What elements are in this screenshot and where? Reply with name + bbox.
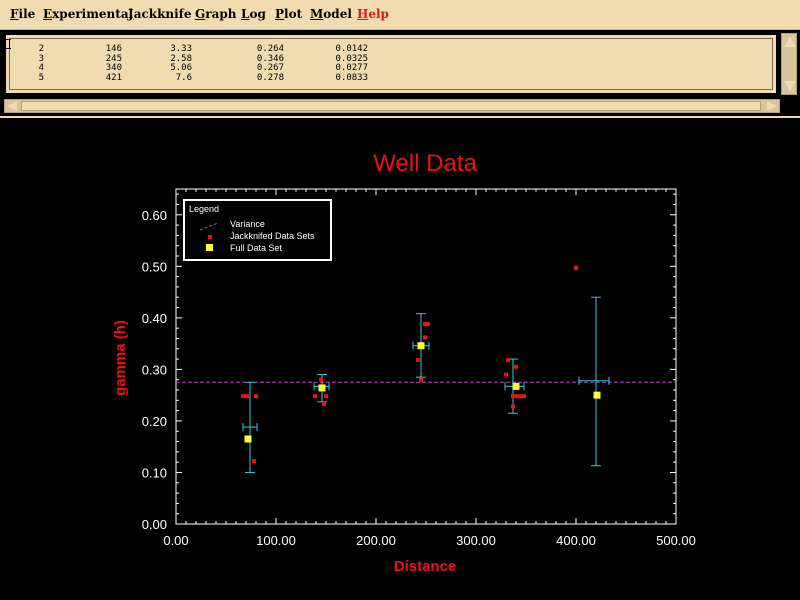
menu-bar: File Experimental Jackknife Graph Log Plot Mod…	[0, 0, 800, 30]
full-data-point	[593, 391, 601, 399]
jackknife-point	[511, 394, 515, 399]
menu-graph[interactable]: Graph	[195, 7, 236, 21]
menu-label: elp	[368, 7, 389, 21]
chart-title: Well Data	[373, 150, 477, 177]
output-cell: 5	[38, 72, 44, 83]
x-tick-label: 200.00	[356, 533, 396, 548]
scroll-right-arrow-icon[interactable]	[767, 101, 777, 111]
x-axis-label: Distance	[394, 558, 457, 575]
vertical-scrollbar[interactable]	[781, 33, 797, 95]
legend-jackknife-swatch	[208, 235, 212, 239]
jackknife-point	[514, 364, 518, 369]
menu-label: raph	[205, 7, 237, 21]
jackknife-point	[254, 394, 258, 399]
menu-mnemonic: E	[43, 7, 53, 21]
jackknife-point	[319, 377, 323, 382]
jackknife-point	[313, 394, 317, 399]
jackknife-point	[423, 335, 427, 340]
y-tick-label: 0.20	[142, 414, 167, 429]
jackknife-point	[506, 358, 510, 363]
horizontal-scrollbar[interactable]	[4, 99, 780, 113]
scrollbar-thumb[interactable]	[21, 101, 761, 111]
menu-label: ile	[18, 7, 36, 21]
x-tick-label: 500.00	[656, 533, 696, 548]
menu-mnemonic: M	[310, 7, 324, 21]
legend-entry-jackknife: Jackknifed Data Sets	[230, 231, 315, 241]
x-tick-label: 300.00	[456, 533, 496, 548]
menu-plot[interactable]: Plot	[275, 7, 302, 21]
y-tick-label: 0.60	[142, 208, 167, 223]
variogram-chart: Well Data Distance gamma (h) 0.00 100.00 200.…	[112, 150, 696, 575]
text-cursor-icon	[4, 39, 11, 49]
jackknife-point	[324, 394, 328, 399]
jackknife-point	[416, 358, 420, 363]
y-tick-label: 0.40	[142, 311, 167, 326]
scroll-left-arrow-icon[interactable]	[7, 101, 17, 111]
jackknife-point	[511, 404, 515, 409]
menu-label: lot	[284, 7, 303, 21]
y-tick-label: 0.10	[142, 465, 167, 480]
output-text-area[interactable]: 2 146 3.33 0.264 0.0142 3 245 2.58 0.346 0.0325 4 3…	[9, 38, 773, 90]
full-data-point	[417, 342, 425, 350]
jackknife-point	[241, 394, 245, 399]
menu-mnemonic: F	[10, 7, 19, 21]
output-panel[interactable]: 2 146 3.33 0.264 0.0142 3 245 2.58 0.346 0.0325 4 3…	[4, 33, 778, 95]
menu-experimental[interactable]: Experimental	[43, 7, 133, 21]
full-data-point	[318, 384, 326, 392]
menu-mnemonic: H	[357, 7, 369, 21]
scroll-up-arrow-icon[interactable]	[784, 37, 796, 47]
jackknife-point	[245, 394, 249, 399]
jackknife-point	[322, 401, 326, 406]
full-data-point	[512, 382, 520, 390]
full-data-point	[244, 435, 252, 443]
y-axis-label: gamma (h)	[112, 320, 129, 396]
menu-file[interactable]: File	[10, 7, 35, 21]
app-window: File Experimental Jackknife Graph Log Plot Mod…	[0, 0, 800, 600]
jackknife-point	[426, 322, 430, 327]
output-cell: 0.0833	[335, 72, 368, 83]
menu-mnemonic: P	[275, 7, 285, 21]
jackknife-point	[504, 372, 508, 377]
menu-jackknife[interactable]: Jackknife	[128, 7, 191, 21]
jackknife-point	[522, 394, 526, 399]
menu-model[interactable]: Model	[310, 7, 352, 21]
x-tick-label: 100.00	[256, 533, 296, 548]
menu-label: og	[249, 7, 266, 21]
jackknife-point	[419, 377, 423, 382]
legend-entry-full: Full Data Set	[230, 243, 283, 253]
y-tick-label: 0.00	[142, 517, 167, 532]
scroll-down-arrow-icon[interactable]	[784, 81, 796, 91]
menu-label: ackknife	[133, 7, 192, 21]
output-cell: 7.6	[175, 72, 192, 83]
legend-entry-variance: Variance	[230, 219, 265, 229]
x-tick-label: 0.00	[163, 533, 188, 548]
legend-title: Legend	[189, 204, 219, 214]
output-row: 5 421 7.6 0.278 0.0833	[10, 73, 772, 84]
jackknife-point	[574, 265, 578, 270]
legend-full-swatch	[206, 244, 213, 251]
output-cell: 421	[105, 72, 122, 83]
menu-label: xperimental	[52, 7, 134, 21]
y-tick-label: 0.50	[142, 259, 167, 274]
output-cell: 0.278	[256, 72, 284, 83]
y-tick-label: 0.30	[142, 362, 167, 377]
menu-label: odel	[323, 7, 352, 21]
menu-help[interactable]: Help	[357, 7, 389, 21]
jackknife-point	[518, 394, 522, 399]
menu-log[interactable]: Log	[241, 7, 266, 21]
jackknife-point	[252, 459, 256, 464]
menu-mnemonic: G	[195, 7, 206, 21]
x-tick-label: 400.00	[556, 533, 596, 548]
